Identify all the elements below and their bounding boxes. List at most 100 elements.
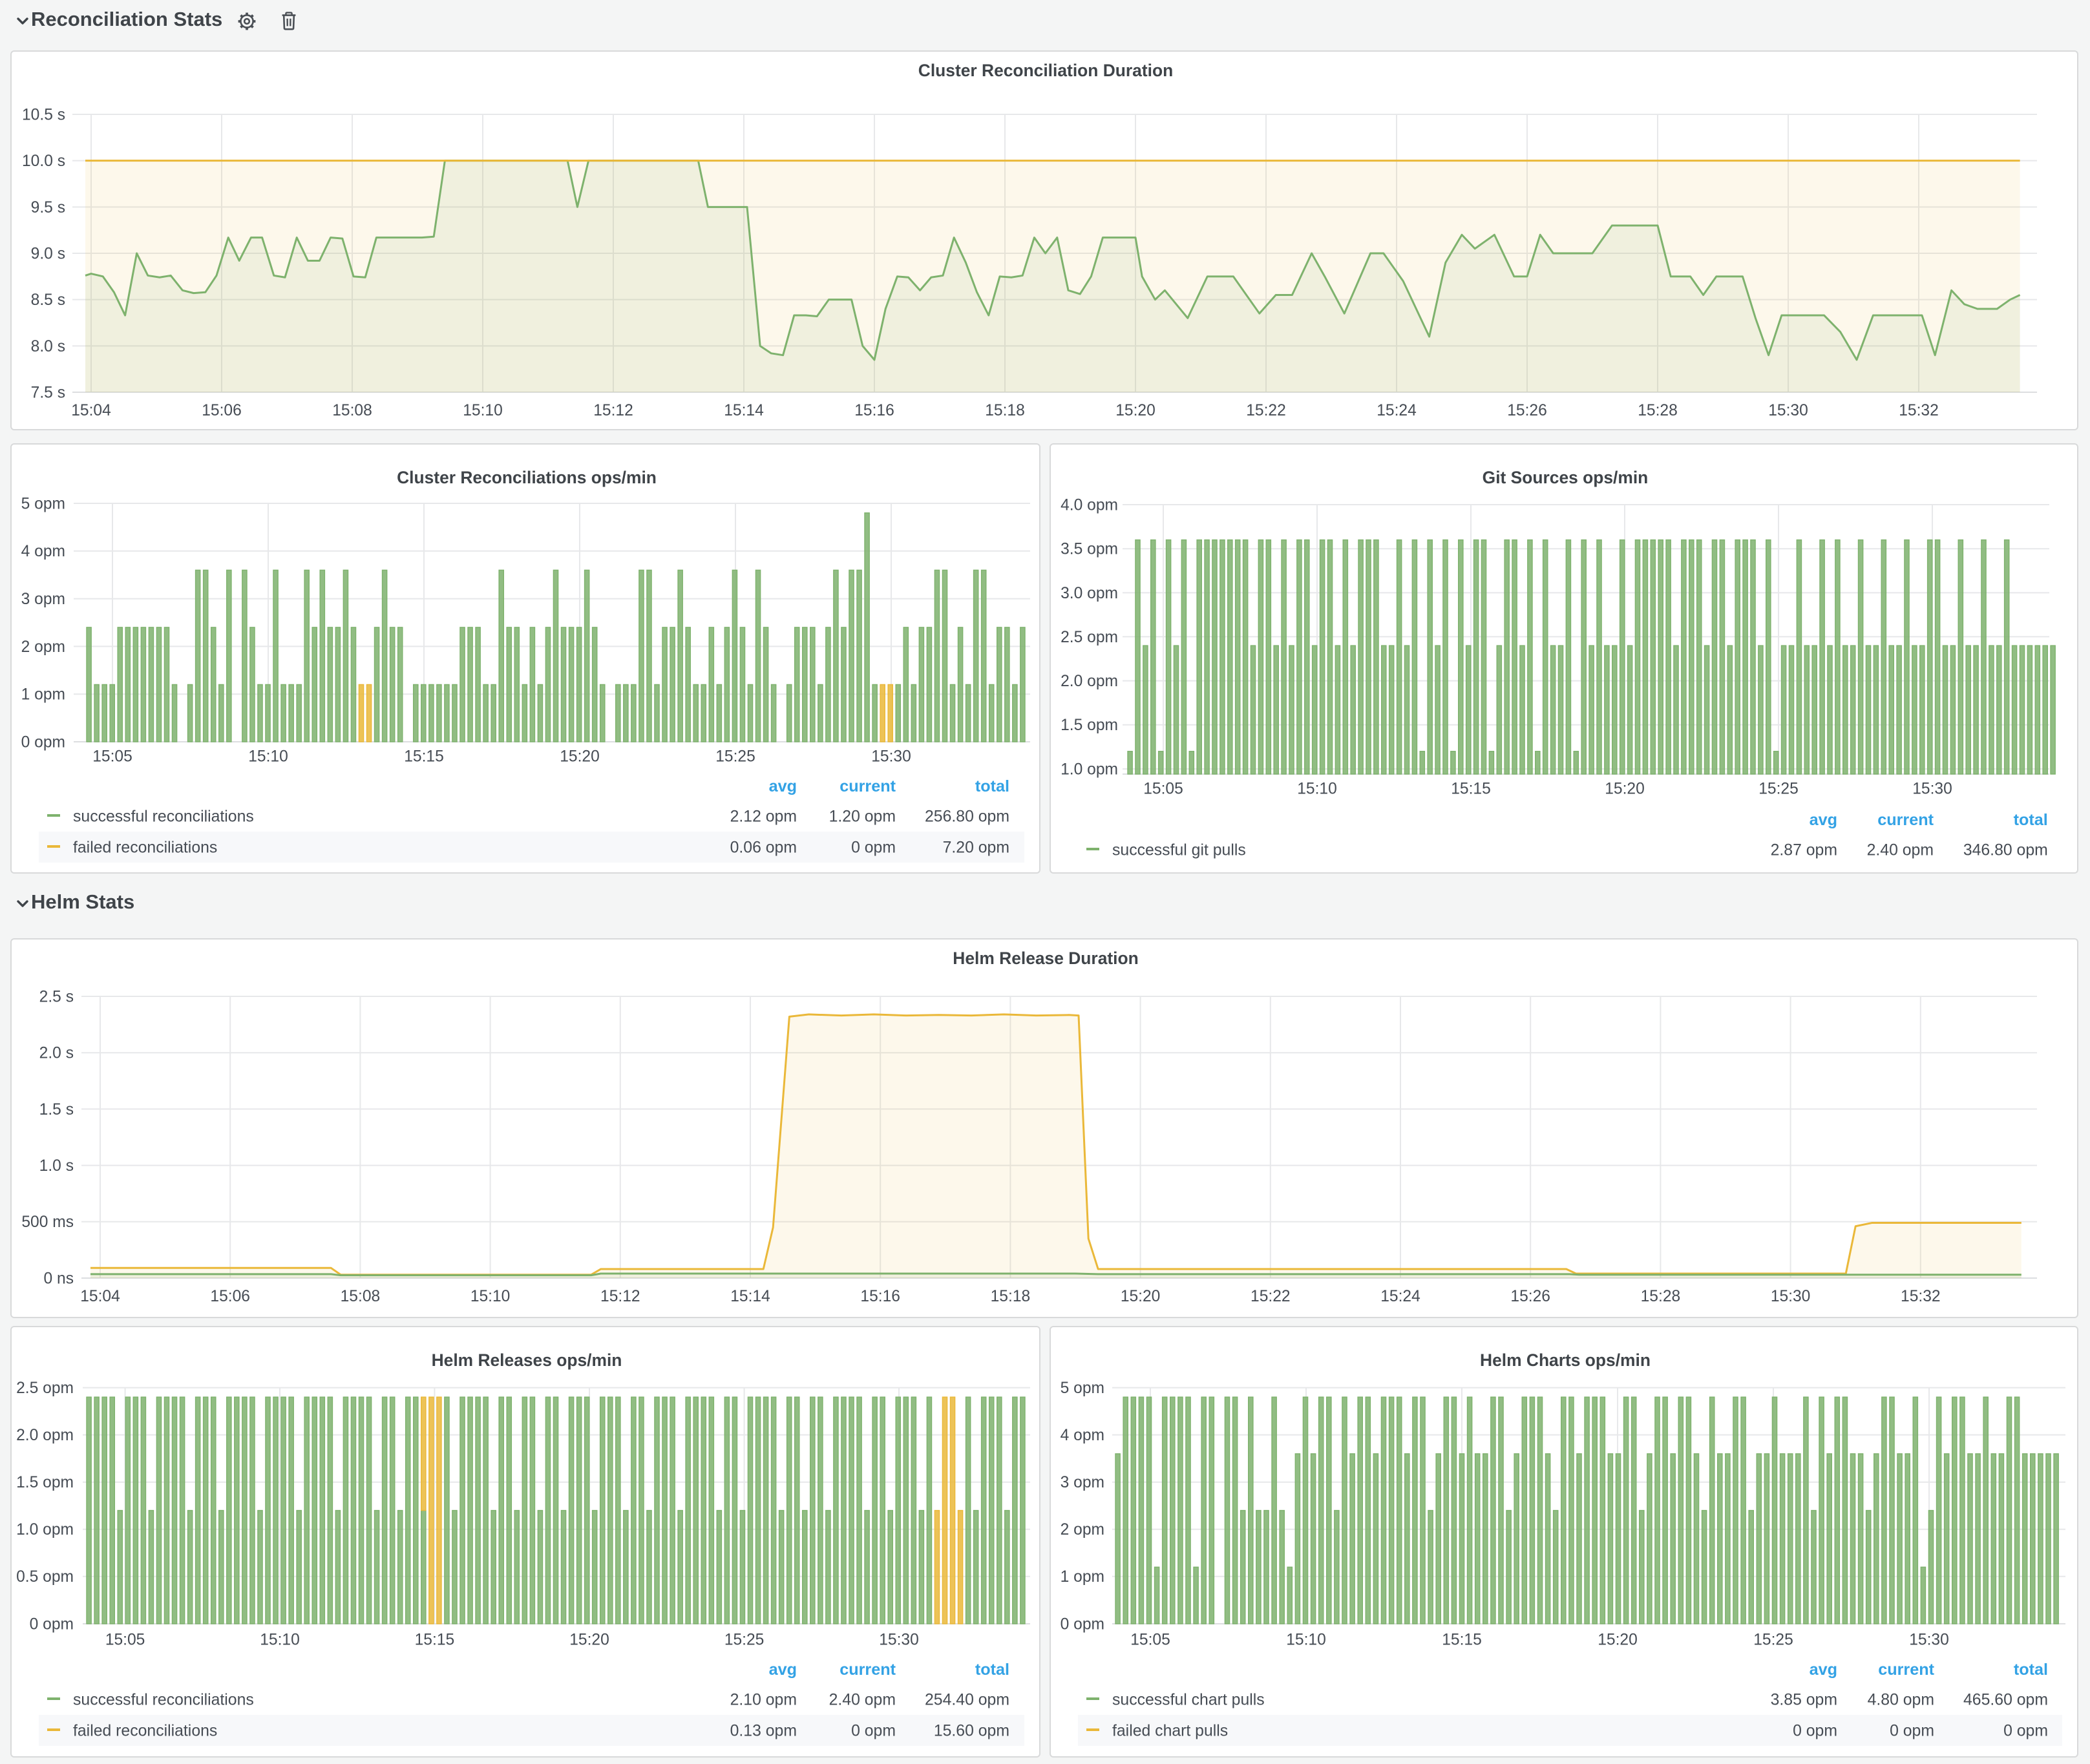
svg-text:total: total <box>2014 1661 2048 1679</box>
svg-text:15:15: 15:15 <box>404 748 444 765</box>
svg-text:2.12 opm: 2.12 opm <box>730 808 797 826</box>
svg-text:15:26: 15:26 <box>1507 402 1547 419</box>
svg-text:15:15: 15:15 <box>1442 1631 1482 1648</box>
svg-text:4.0 opm: 4.0 opm <box>1061 496 1118 514</box>
svg-text:15:28: 15:28 <box>1641 1288 1681 1305</box>
svg-text:avg: avg <box>769 777 797 795</box>
svg-text:5 opm: 5 opm <box>1061 1380 1104 1397</box>
svg-text:15:24: 15:24 <box>1380 1288 1420 1305</box>
svg-text:9.5 s: 9.5 s <box>31 199 65 216</box>
svg-text:15:14: 15:14 <box>724 402 764 419</box>
svg-text:current: current <box>839 1661 896 1679</box>
svg-text:total: total <box>975 1661 1009 1679</box>
svg-text:10.0 s: 10.0 s <box>22 152 65 170</box>
svg-text:15:10: 15:10 <box>470 1288 511 1305</box>
svg-text:15:25: 15:25 <box>715 748 755 765</box>
svg-text:15:26: 15:26 <box>1510 1288 1550 1305</box>
svg-text:2.5 s: 2.5 s <box>39 988 74 1005</box>
svg-text:15:30: 15:30 <box>871 748 911 765</box>
svg-text:15:30: 15:30 <box>879 1631 919 1648</box>
svg-text:15:16: 15:16 <box>860 1288 900 1305</box>
svg-text:15:20: 15:20 <box>1115 402 1156 419</box>
svg-text:0 ns: 0 ns <box>44 1270 74 1287</box>
svg-text:Helm Charts ops/min: Helm Charts ops/min <box>1480 1350 1651 1370</box>
svg-text:5 opm: 5 opm <box>21 495 65 512</box>
svg-text:15:06: 15:06 <box>210 1288 250 1305</box>
svg-text:15:30: 15:30 <box>1912 780 1952 797</box>
svg-text:0 opm: 0 opm <box>21 733 65 751</box>
svg-text:4 opm: 4 opm <box>1061 1427 1104 1444</box>
svg-text:15:08: 15:08 <box>341 1288 381 1305</box>
svg-text:15:08: 15:08 <box>332 402 372 419</box>
svg-text:15:20: 15:20 <box>569 1631 609 1648</box>
svg-text:7.20 opm: 7.20 opm <box>943 839 1009 857</box>
svg-text:15:05: 15:05 <box>105 1631 145 1648</box>
svg-text:15:30: 15:30 <box>1768 402 1808 419</box>
svg-text:0 opm: 0 opm <box>851 839 896 857</box>
svg-text:current: current <box>1877 811 1934 829</box>
svg-text:3 opm: 3 opm <box>1061 1474 1104 1491</box>
svg-text:failed reconciliations: failed reconciliations <box>73 1723 217 1740</box>
svg-text:avg: avg <box>1810 811 1837 829</box>
svg-text:Cluster Reconciliation Duratio: Cluster Reconciliation Duration <box>918 61 1173 80</box>
svg-text:15:06: 15:06 <box>202 402 242 419</box>
svg-text:15:25: 15:25 <box>1758 780 1799 797</box>
svg-text:15:12: 15:12 <box>593 402 633 419</box>
svg-text:2 opm: 2 opm <box>21 638 65 656</box>
svg-text:15:12: 15:12 <box>600 1288 640 1305</box>
svg-text:346.80 opm: 346.80 opm <box>1963 842 2048 859</box>
svg-text:0 opm: 0 opm <box>30 1615 74 1633</box>
svg-text:2.0 opm: 2.0 opm <box>16 1427 74 1444</box>
svg-text:15:10: 15:10 <box>1286 1631 1326 1648</box>
svg-text:15:30: 15:30 <box>1771 1288 1811 1305</box>
svg-text:2.5 opm: 2.5 opm <box>16 1380 74 1397</box>
svg-text:failed reconciliations: failed reconciliations <box>73 839 217 857</box>
svg-text:3 opm: 3 opm <box>21 591 65 608</box>
svg-text:1.5 opm: 1.5 opm <box>16 1474 74 1491</box>
svg-text:15:10: 15:10 <box>260 1631 300 1648</box>
svg-text:15:04: 15:04 <box>80 1288 120 1305</box>
svg-text:15:32: 15:32 <box>1899 402 1939 419</box>
svg-text:1.5 opm: 1.5 opm <box>1061 717 1118 734</box>
svg-text:avg: avg <box>769 1661 797 1679</box>
svg-text:8.0 s: 8.0 s <box>31 338 65 355</box>
svg-text:1.0 opm: 1.0 opm <box>1061 761 1118 778</box>
svg-text:2.5 opm: 2.5 opm <box>1061 629 1118 646</box>
svg-text:15.60 opm: 15.60 opm <box>934 1723 1009 1740</box>
svg-text:15:20: 15:20 <box>560 748 600 765</box>
svg-text:1 opm: 1 opm <box>21 686 65 704</box>
svg-text:successful chart pulls: successful chart pulls <box>1112 1692 1265 1709</box>
svg-text:15:10: 15:10 <box>248 748 288 765</box>
svg-text:15:22: 15:22 <box>1251 1288 1291 1305</box>
svg-text:0.5 opm: 0.5 opm <box>16 1568 74 1586</box>
svg-text:254.40 opm: 254.40 opm <box>925 1692 1009 1709</box>
svg-text:15:10: 15:10 <box>463 402 503 419</box>
svg-text:1.0 opm: 1.0 opm <box>16 1521 74 1538</box>
svg-text:2.0 s: 2.0 s <box>39 1045 74 1062</box>
svg-text:2.10 opm: 2.10 opm <box>730 1692 797 1709</box>
svg-text:Git Sources ops/min: Git Sources ops/min <box>1483 468 1649 487</box>
svg-text:15:30: 15:30 <box>1909 1631 1949 1648</box>
svg-text:15:25: 15:25 <box>724 1631 765 1648</box>
svg-text:avg: avg <box>1810 1661 1837 1679</box>
svg-text:8.5 s: 8.5 s <box>31 291 65 309</box>
svg-text:1.5 s: 1.5 s <box>39 1101 74 1118</box>
svg-text:15:16: 15:16 <box>854 402 894 419</box>
svg-text:15:05: 15:05 <box>1143 780 1183 797</box>
svg-text:4 opm: 4 opm <box>21 543 65 560</box>
svg-text:465.60 opm: 465.60 opm <box>1963 1692 2048 1709</box>
svg-text:successful git pulls: successful git pulls <box>1112 842 1246 859</box>
svg-text:0 opm: 0 opm <box>1061 1615 1104 1633</box>
svg-text:2 opm: 2 opm <box>1061 1521 1104 1538</box>
svg-text:2.0 opm: 2.0 opm <box>1061 673 1118 690</box>
svg-text:15:14: 15:14 <box>730 1288 770 1305</box>
svg-text:1.0 s: 1.0 s <box>39 1157 74 1175</box>
svg-text:256.80 opm: 256.80 opm <box>925 808 1009 826</box>
svg-text:0 opm: 0 opm <box>1890 1723 1934 1740</box>
svg-text:15:32: 15:32 <box>1901 1288 1941 1305</box>
svg-text:0 opm: 0 opm <box>851 1723 896 1740</box>
svg-text:15:20: 15:20 <box>1121 1288 1161 1305</box>
svg-text:15:20: 15:20 <box>1598 1631 1638 1648</box>
svg-text:current: current <box>1878 1661 1934 1679</box>
svg-text:Helm Releases ops/min: Helm Releases ops/min <box>432 1350 622 1370</box>
